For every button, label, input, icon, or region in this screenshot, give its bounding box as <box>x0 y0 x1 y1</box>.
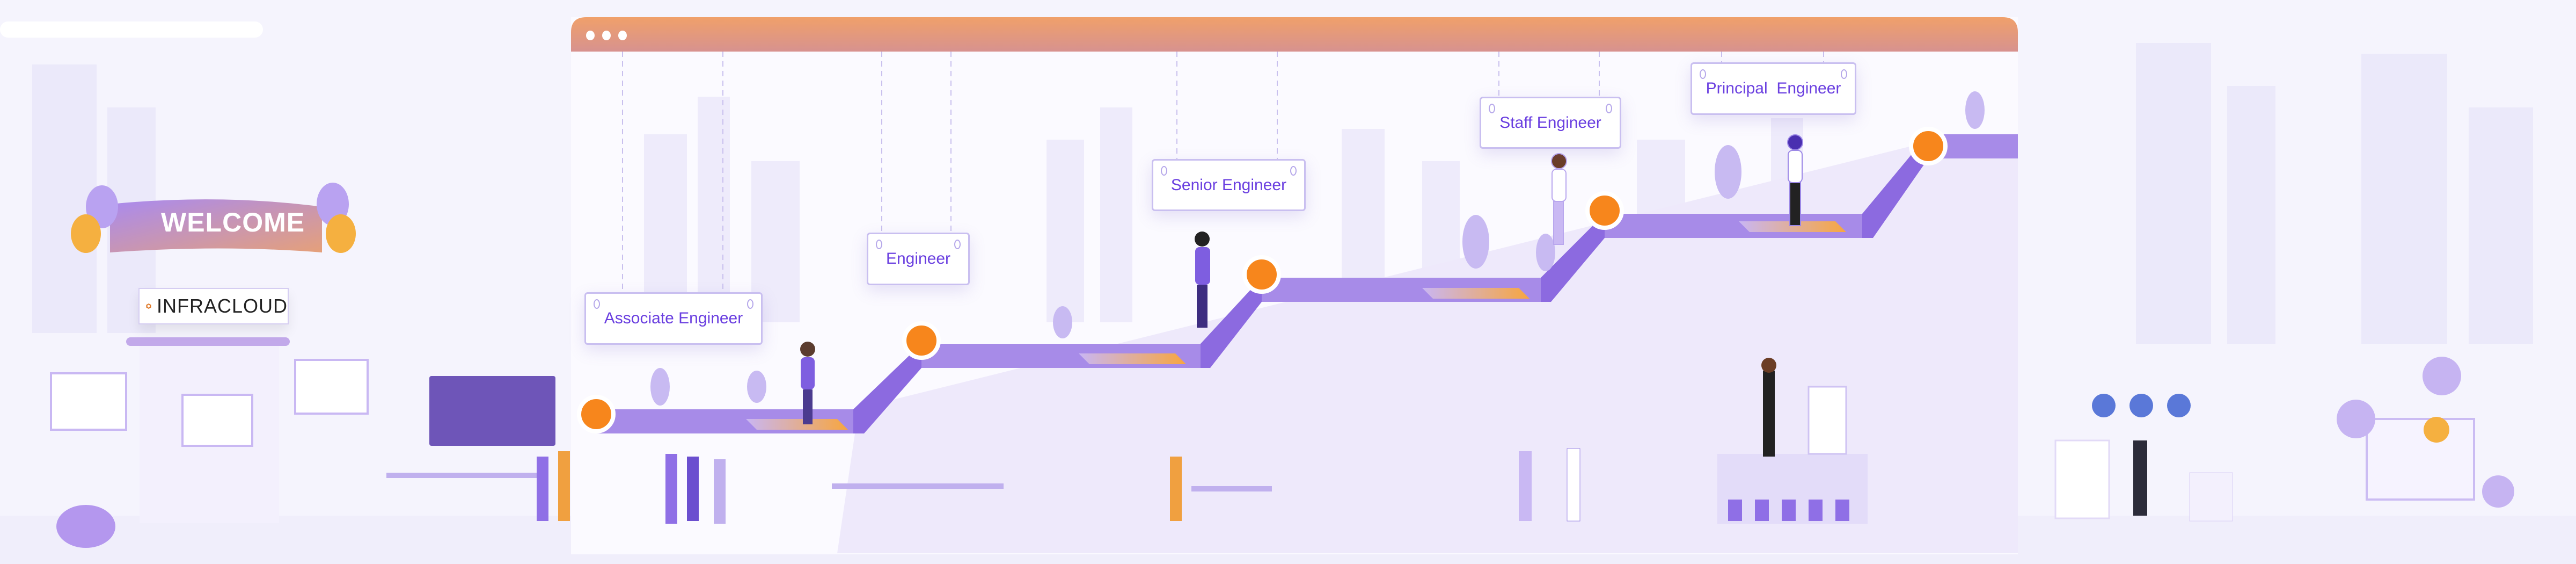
pedestal-top <box>126 337 290 346</box>
level-label-senior-engineer: Senior Engineer <box>1152 159 1306 211</box>
welcome-banner-text: WELCOME <box>161 207 305 237</box>
code-editor-card <box>429 376 555 446</box>
video-call-frame <box>50 372 127 431</box>
podium <box>2189 472 2233 522</box>
avatar <box>2423 357 2461 395</box>
avatar <box>2482 475 2514 508</box>
level-label-principal-engineer: Principal Engineer <box>1690 62 1856 115</box>
logo-text: INFRACLOUD <box>156 295 288 317</box>
avatar <box>2337 400 2375 438</box>
decor-bar <box>0 21 263 38</box>
badge-icons <box>2092 394 2191 417</box>
achievements-area <box>2054 357 2514 522</box>
bean-bag <box>56 505 115 548</box>
window-titlebar <box>571 17 2018 52</box>
monitor-icon <box>2366 418 2475 501</box>
video-call-frame <box>181 394 253 447</box>
video-call-frame <box>294 359 369 415</box>
balloon-icon <box>71 214 101 253</box>
certificate-icon <box>2054 439 2110 519</box>
level-label-staff-engineer: Staff Engineer <box>1480 97 1621 149</box>
graduate-person <box>2133 440 2147 516</box>
window-dots-icon <box>586 31 627 40</box>
person-principal <box>1787 134 1803 226</box>
infracloud-logo: INFRACLOUD <box>138 288 289 324</box>
level-label-engineer: Engineer <box>867 233 970 285</box>
level-label-associate-engineer: Associate Engineer <box>584 292 763 345</box>
balloon-icon <box>326 214 356 253</box>
infracloud-logo-icon <box>146 303 151 309</box>
trophy-icon <box>2424 417 2449 443</box>
career-ladder-illustration <box>0 17 2576 564</box>
